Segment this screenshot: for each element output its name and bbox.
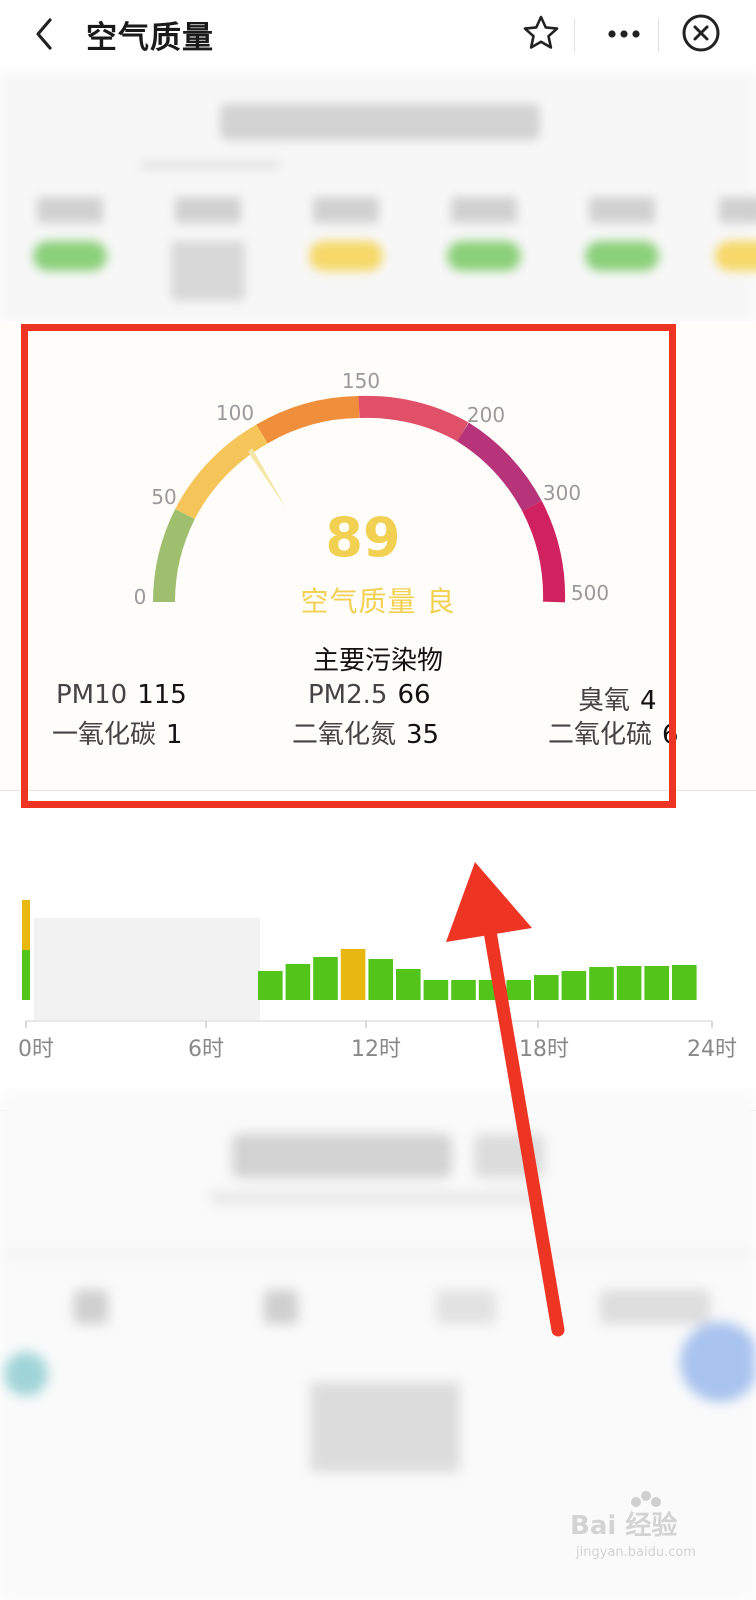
hourly-bar [22,900,30,950]
blurred-heading [474,1134,544,1178]
top-nav-bar: 空气质量 [0,0,756,70]
blurred-subtext [140,160,280,170]
hourly-bar [313,957,338,1000]
hourly-bar [478,980,504,1000]
x-tick-label: 12时 [351,1037,401,1060]
hourly-bar [672,965,697,1000]
hourly-bar [589,967,614,1000]
blurred-heading [220,104,540,140]
watermark-text: Bai 经验 [570,1510,677,1541]
page-title: 空气质量 [86,20,214,56]
blurred-station [30,197,110,271]
blurred-station [582,197,662,271]
chart-empty-region [34,918,260,1020]
hourly-bar [258,971,283,1000]
hourly-bar [423,980,449,1000]
star-icon[interactable] [520,12,562,54]
close-circle-icon[interactable] [678,10,724,56]
highlight-box-annotation [21,324,676,808]
blurred-divider [0,1252,756,1256]
watermark-subtext: jingyan.baidu.com [575,1545,696,1560]
blurred-tab [436,1290,496,1324]
x-tick-label: 0时 [18,1037,54,1060]
hourly-bar [534,975,559,1000]
hourly-bar [506,980,531,1000]
x-tick-label: 18时 [519,1037,569,1060]
hourly-bar [340,949,366,1000]
blurred-station [444,197,524,271]
hourly-bar [561,971,587,1000]
blurred-station [712,197,756,271]
more-dots-icon[interactable] [602,14,646,54]
blurred-tab [600,1290,710,1324]
divider [658,18,659,52]
hourly-bar [644,966,669,1000]
blurred-heading [232,1134,452,1178]
x-tick-label: 6时 [188,1037,224,1060]
hourly-bar [451,980,476,1000]
blurred-map-label [310,1382,460,1472]
blurred-station [168,197,248,301]
hourly-aqi-chart: 0时 6时 12时 18时 24时 [18,900,737,1060]
blurred-subtext [210,1192,540,1204]
hourly-bar [616,966,642,1000]
blurred-tab [264,1290,298,1324]
hourly-bar [285,964,311,1000]
hourly-bar [368,959,393,1000]
divider [574,18,575,52]
blurred-city-stations [0,72,756,322]
hourly-bar [396,969,421,1000]
blurred-tab [74,1290,108,1324]
x-tick-label: 24时 [687,1037,737,1060]
blurred-station [306,197,386,271]
blurred-map-dot [680,1322,756,1402]
blurred-map-dot [4,1352,48,1396]
chevron-left-icon[interactable] [26,14,70,54]
baidu-jingyan-watermark: Bai 经验 jingyan.baidu.com [570,1491,696,1560]
hourly-bar [22,950,30,1000]
